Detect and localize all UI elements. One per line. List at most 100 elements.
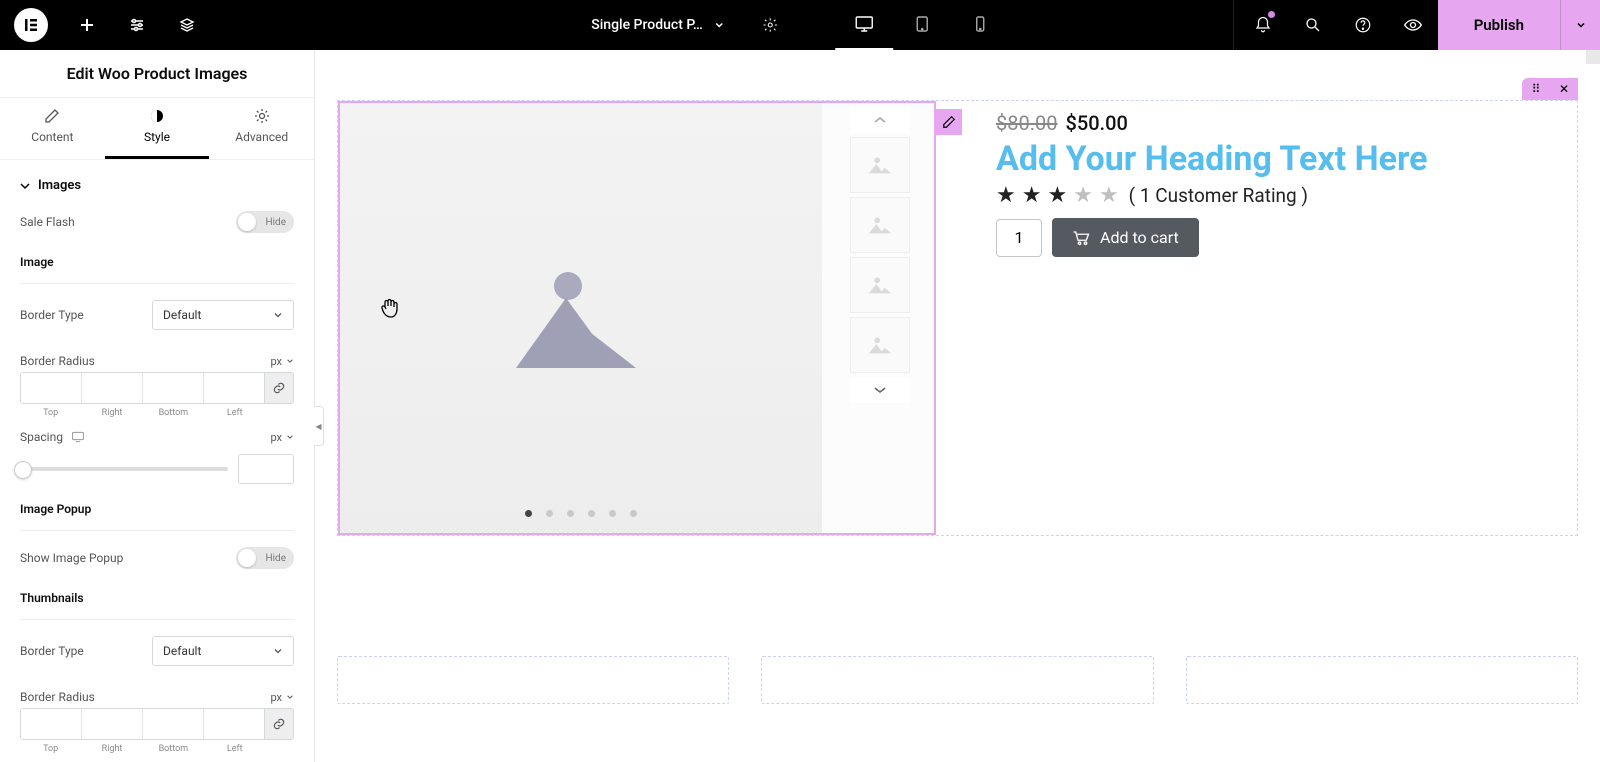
dot[interactable]: [567, 510, 574, 517]
thumb-radius-bottom[interactable]: [143, 709, 204, 739]
thumb-radius-top[interactable]: [21, 709, 82, 739]
publish-caret[interactable]: [1560, 0, 1600, 50]
section-images[interactable]: Images: [20, 160, 294, 199]
radius-bottom[interactable]: [143, 373, 204, 403]
thumb-radius-right[interactable]: [82, 709, 143, 739]
card-placeholder[interactable]: [1186, 656, 1578, 704]
tab-style-label: Style: [144, 130, 170, 144]
thumb-border-radius-unit[interactable]: px: [270, 691, 294, 704]
responsive-icon[interactable]: [71, 431, 85, 443]
main-image[interactable]: [340, 103, 822, 533]
panel-collapse-handle[interactable]: ◀: [314, 406, 324, 446]
row-show-popup: Show Image Popup Hide: [20, 535, 294, 581]
spacing-unit[interactable]: px: [270, 431, 294, 444]
border-radius-quad: [20, 372, 294, 404]
notification-dot: [1267, 10, 1276, 19]
publish-button[interactable]: Publish: [1438, 0, 1560, 50]
dot[interactable]: [630, 510, 637, 517]
thumb-next[interactable]: [850, 377, 910, 403]
price-new: $50.00: [1065, 111, 1127, 135]
show-popup-toggle[interactable]: Hide: [236, 547, 294, 569]
spacing-slider-row: [20, 446, 294, 492]
row-border-type: Border Type Default: [20, 288, 294, 342]
search-icon[interactable]: [1288, 0, 1338, 50]
image-subhead: Image: [20, 245, 294, 279]
spacing-label: Spacing: [20, 430, 85, 444]
product-info: $80.00 $50.00 Add Your Heading Text Here…: [996, 101, 1577, 535]
device-tabs: [835, 0, 1009, 50]
dot[interactable]: [546, 510, 553, 517]
thumb[interactable]: [850, 197, 910, 253]
row-sale-flash: Sale Flash Hide: [20, 199, 294, 245]
dot[interactable]: [609, 510, 616, 517]
thumbs-subhead: Thumbnails: [20, 581, 294, 615]
star-icon: ★: [996, 183, 1016, 208]
card-placeholder[interactable]: [337, 656, 729, 704]
preview-icon[interactable]: [1388, 0, 1438, 50]
thumb-border-type-select[interactable]: Default: [152, 636, 294, 666]
product-gallery[interactable]: [338, 101, 936, 535]
doc-title[interactable]: Single Product P…: [591, 17, 703, 33]
thumb[interactable]: [850, 257, 910, 313]
dot[interactable]: [588, 510, 595, 517]
thumbnails-rail: [830, 103, 930, 533]
row-spacing: Spacing px: [20, 418, 294, 446]
scrollbar-corner: [1586, 50, 1600, 64]
border-radius-label: Border Radius: [20, 354, 95, 368]
thumb-prev[interactable]: [850, 107, 910, 133]
thumb-radius-left[interactable]: [204, 709, 265, 739]
radius-right[interactable]: [82, 373, 143, 403]
spacing-input[interactable]: [238, 454, 294, 484]
show-popup-label: Show Image Popup: [20, 551, 123, 565]
thumb-link-values-icon[interactable]: [264, 709, 293, 739]
device-mobile[interactable]: [951, 0, 1009, 50]
panel-tabs: Content Style Advanced: [0, 98, 314, 160]
panel-title: Edit Woo Product Images: [0, 50, 314, 98]
card-placeholder[interactable]: [761, 656, 1153, 704]
workspace: Edit Woo Product Images Content Style Ad…: [0, 50, 1600, 762]
border-radius-unit[interactable]: px: [270, 355, 294, 368]
panel-body: Images Sale Flash Hide Image Border Type…: [0, 160, 314, 762]
link-values-icon[interactable]: [264, 373, 293, 403]
widget-close-icon[interactable]: ✕: [1550, 78, 1578, 100]
tab-advanced[interactable]: Advanced: [209, 98, 314, 159]
star-icon: ★: [1047, 183, 1067, 208]
rating-text: ( 1 Customer Rating ): [1129, 184, 1308, 207]
notifications-icon[interactable]: [1238, 0, 1288, 50]
radius-left[interactable]: [204, 373, 265, 403]
help-icon[interactable]: [1338, 0, 1388, 50]
thumb[interactable]: [850, 137, 910, 193]
topbar-right: Publish: [1229, 0, 1600, 50]
topbar: Single Product P…: [0, 0, 1600, 50]
qty-input[interactable]: [996, 219, 1042, 257]
chevron-down-icon[interactable]: [713, 16, 725, 35]
gear-icon[interactable]: [745, 0, 795, 50]
layers-icon[interactable]: [162, 0, 212, 50]
slide-dots[interactable]: [525, 510, 637, 517]
widget-drag-icon[interactable]: ⠿: [1522, 78, 1550, 100]
border-type-select[interactable]: Default: [152, 300, 294, 330]
cart-icon: [1072, 230, 1090, 246]
tab-content[interactable]: Content: [0, 98, 105, 159]
thumb[interactable]: [850, 317, 910, 373]
spacing-slider[interactable]: [20, 467, 228, 471]
topbar-left: [0, 0, 212, 50]
device-desktop[interactable]: [835, 0, 893, 50]
canvas[interactable]: ⠿ ✕: [315, 50, 1600, 762]
product-heading[interactable]: Add Your Heading Text Here: [996, 139, 1557, 179]
star-icon: ★: [1099, 183, 1119, 208]
add-icon[interactable]: [62, 0, 112, 50]
section-outline[interactable]: $80.00 $50.00 Add Your Heading Text Here…: [337, 100, 1578, 536]
add-to-cart-button[interactable]: Add to cart: [1052, 218, 1199, 257]
related-cards: [337, 656, 1578, 704]
settings-sliders-icon[interactable]: [112, 0, 162, 50]
device-tablet[interactable]: [893, 0, 951, 50]
image-placeholder-icon: [496, 258, 666, 378]
dot[interactable]: [525, 510, 532, 517]
price: $80.00 $50.00: [996, 111, 1557, 135]
tab-style[interactable]: Style: [105, 98, 210, 159]
widget-edit-icon[interactable]: [936, 109, 962, 135]
sale-flash-toggle[interactable]: Hide: [236, 211, 294, 233]
elementor-logo[interactable]: [14, 8, 48, 42]
radius-top[interactable]: [21, 373, 82, 403]
